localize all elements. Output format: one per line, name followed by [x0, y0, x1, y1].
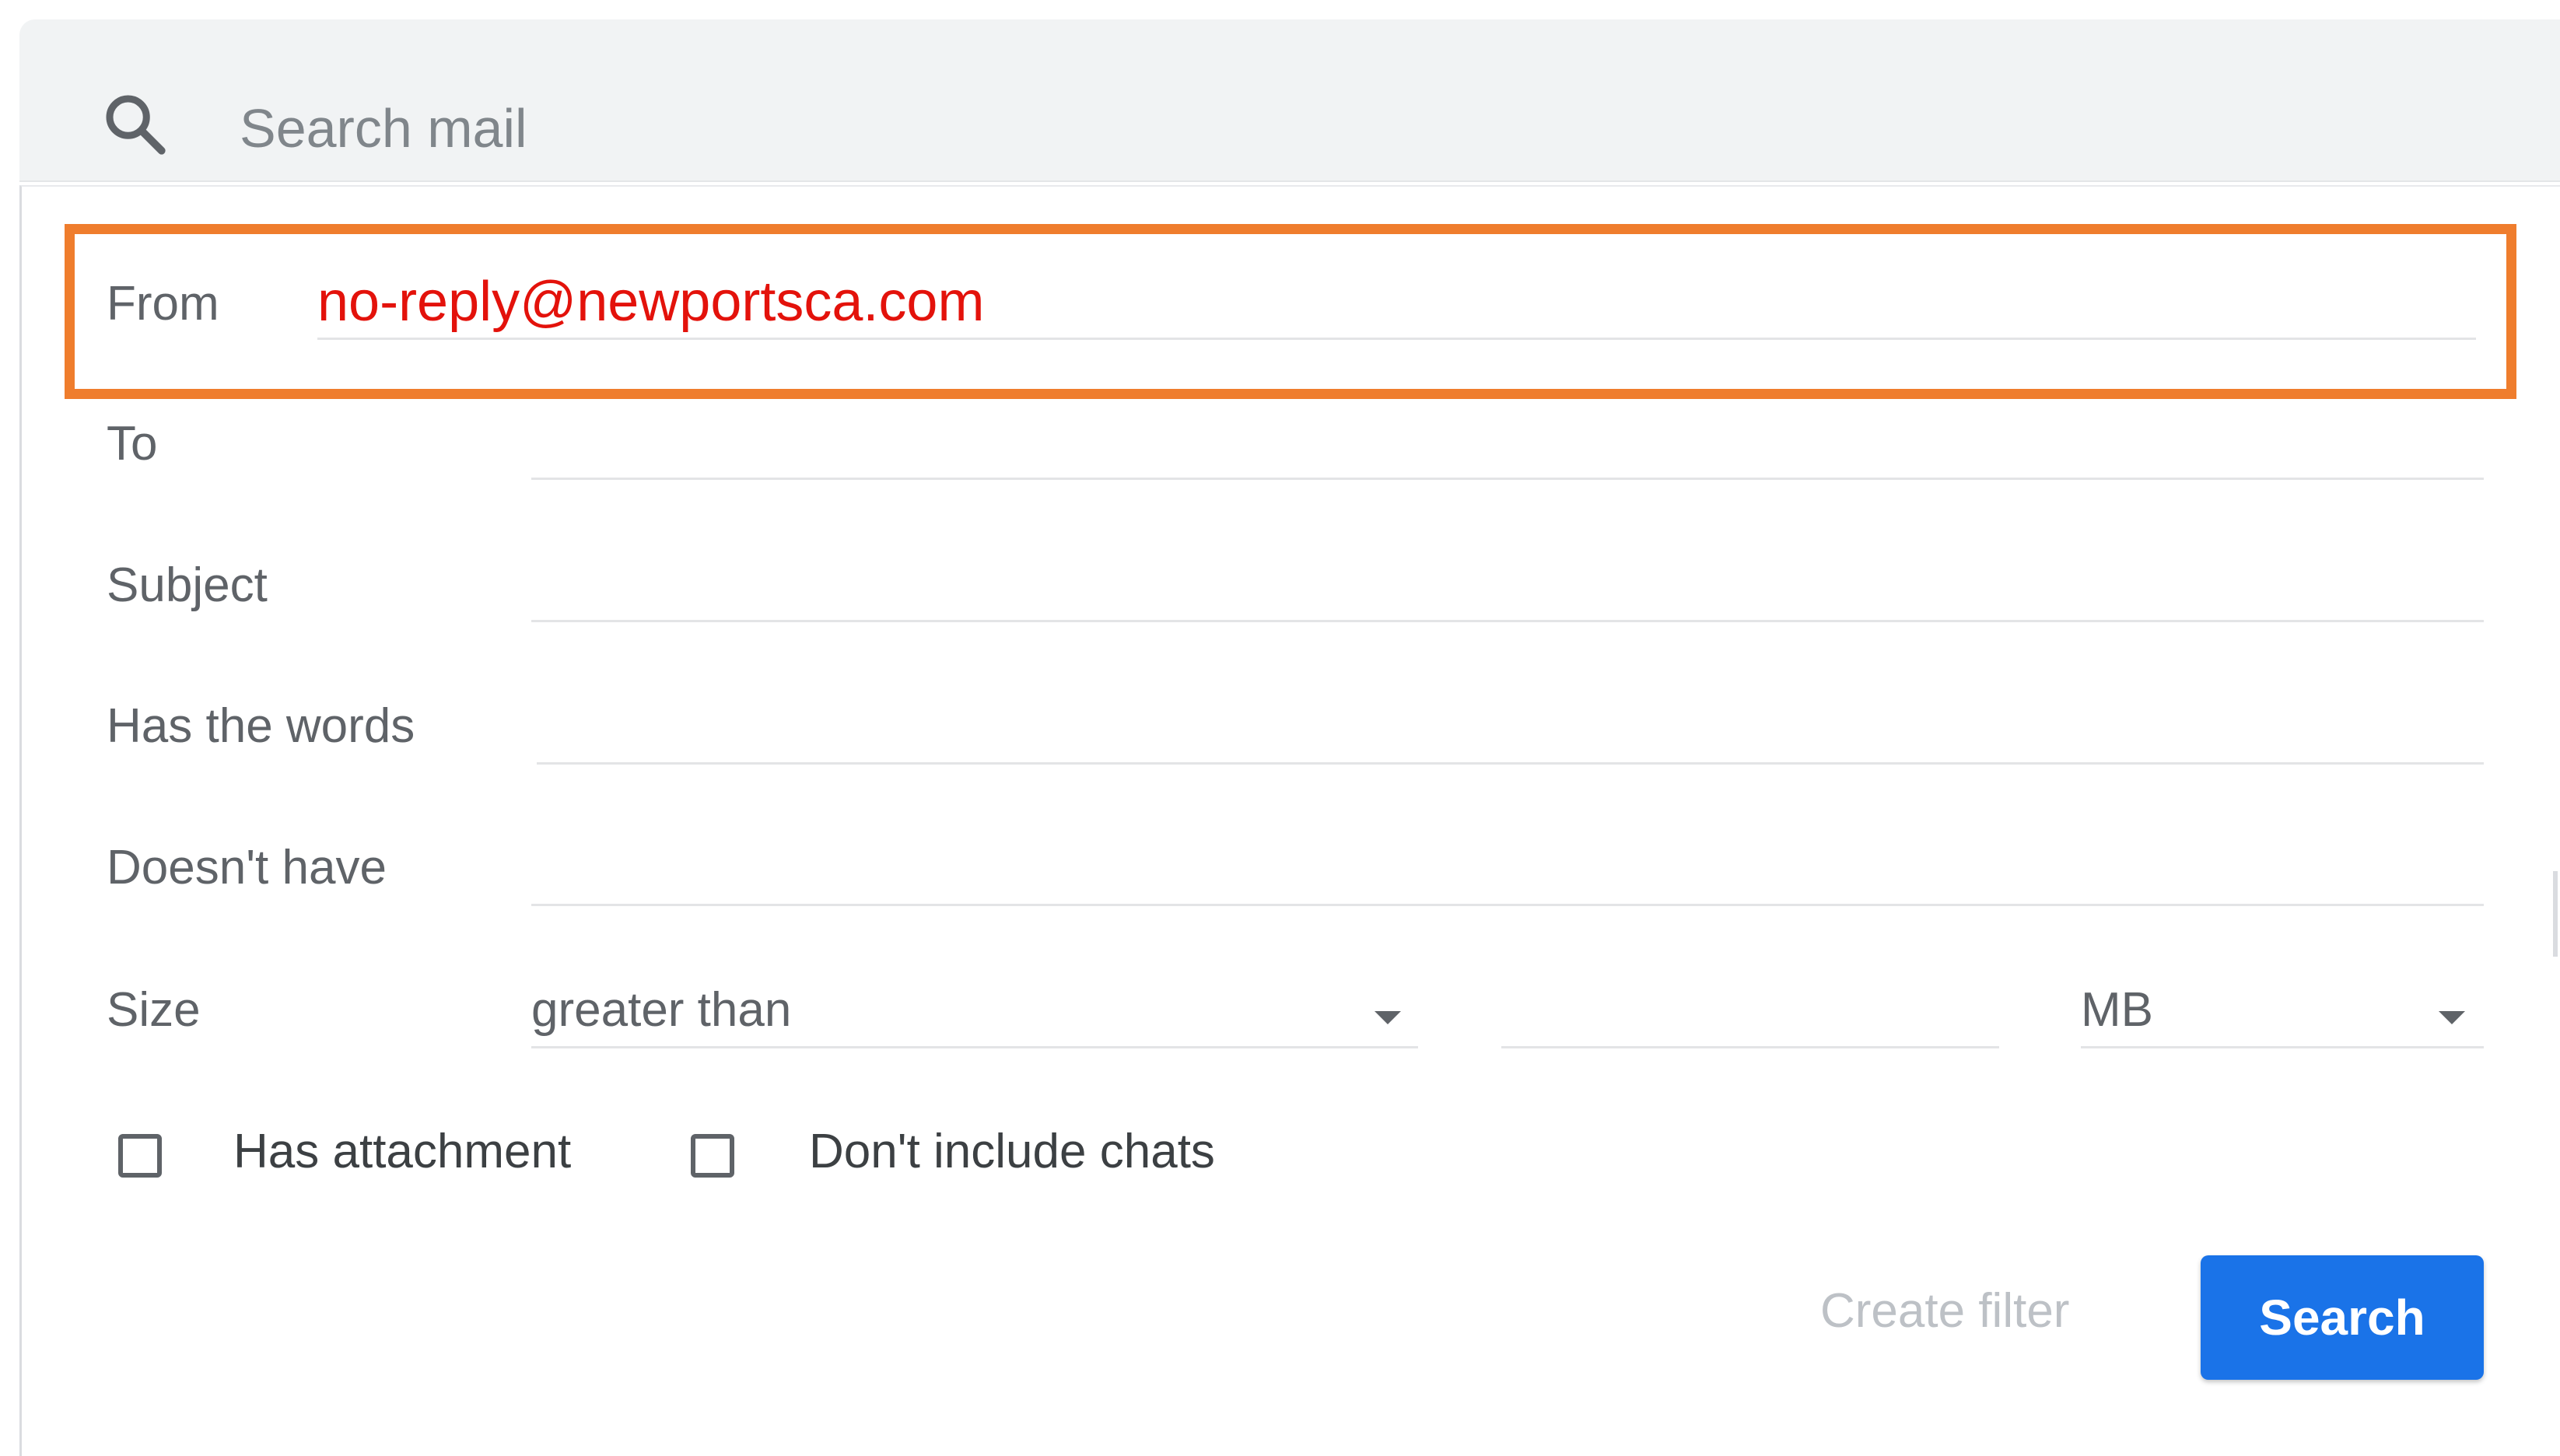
search-bar: [19, 19, 2560, 182]
doesnt-have-label: Doesn't have: [107, 841, 387, 894]
search-icon[interactable]: [100, 89, 170, 159]
chevron-down-icon[interactable]: [2439, 1011, 2465, 1024]
size-amount-input[interactable]: [1501, 1046, 1999, 1048]
size-label: Size: [107, 983, 201, 1037]
size-unit-value: MB: [2081, 983, 2153, 1037]
to-label: To: [107, 417, 158, 471]
doesnt-have-input[interactable]: [531, 904, 2484, 906]
size-comparator-underline: [531, 1046, 1418, 1048]
search-button[interactable]: Search: [2201, 1255, 2484, 1380]
search-input[interactable]: [240, 89, 1484, 167]
chevron-down-icon[interactable]: [1375, 1011, 1401, 1024]
subject-label: Subject: [107, 558, 268, 612]
dont-include-chats-label[interactable]: Don't include chats: [809, 1128, 1215, 1176]
size-comparator-value: greater than: [531, 983, 792, 1037]
has-words-input[interactable]: [537, 762, 2484, 765]
has-words-label: Has the words: [107, 699, 415, 753]
has-attachment-checkbox[interactable]: [118, 1134, 162, 1178]
has-attachment-label[interactable]: Has attachment: [233, 1128, 571, 1176]
size-unit-underline: [2081, 1046, 2484, 1048]
subject-input[interactable]: [531, 620, 2484, 622]
create-filter-button[interactable]: Create filter: [1820, 1287, 2069, 1335]
to-input[interactable]: [531, 478, 2484, 480]
dont-include-chats-checkbox[interactable]: [691, 1134, 734, 1178]
advanced-search-page: From no-reply@newportsca.com To Subject …: [0, 0, 2560, 1456]
highlight-box: [65, 224, 2516, 399]
scrollbar-edge: [2553, 871, 2558, 957]
